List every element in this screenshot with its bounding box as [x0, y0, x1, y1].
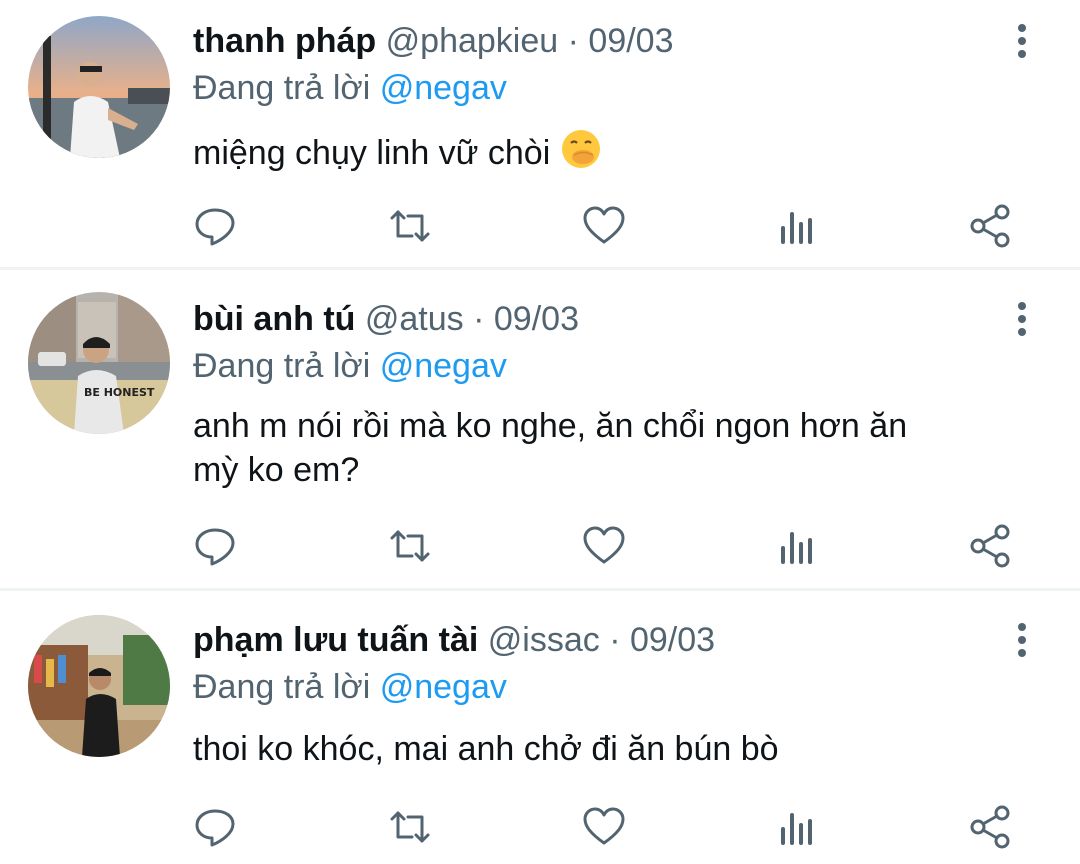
- display-name[interactable]: bùi anh tú: [193, 300, 355, 338]
- more-options-icon[interactable]: [1007, 24, 1037, 64]
- more-options-icon[interactable]: [1007, 623, 1037, 663]
- username-handle[interactable]: @atus: [365, 300, 464, 338]
- views-icon[interactable]: [773, 202, 821, 250]
- retweet-icon[interactable]: [386, 522, 434, 570]
- tweet-text-line: anh m nói rồi mà ko nghe, ăn chổi ngon h…: [193, 407, 908, 445]
- tweet-header: bùi anh tú @atus · 09/03: [193, 299, 579, 339]
- reply-context: Đang trả lời @negav: [193, 68, 507, 108]
- face-with-hand-over-mouth-emoji: [560, 128, 602, 181]
- views-icon[interactable]: [773, 522, 821, 570]
- like-icon[interactable]: [580, 522, 628, 570]
- tweet-text-content: thoi ko khóc, mai anh chở đi ăn bún bò: [193, 730, 779, 768]
- tweet-actions: [0, 522, 1080, 570]
- like-icon[interactable]: [580, 202, 628, 250]
- reply-mention-link[interactable]: @negav: [380, 69, 507, 107]
- avatar[interactable]: [28, 615, 170, 757]
- tweet-actions: [0, 803, 1080, 851]
- avatar[interactable]: BE HONEST: [28, 292, 170, 434]
- views-icon[interactable]: [773, 803, 821, 851]
- retweet-icon[interactable]: [386, 202, 434, 250]
- separator-dot: ·: [473, 300, 485, 338]
- retweet-icon[interactable]: [386, 803, 434, 851]
- tweet-text: miệng chụy linh vữ chòi: [193, 128, 1023, 181]
- timestamp[interactable]: 09/03: [588, 22, 673, 60]
- tweet-3[interactable]: phạm lưu tuấn tài @issac · 09/03 Đang tr…: [0, 591, 1080, 864]
- tweet-text: anh m nói rồi mà ko nghe, ăn chổi ngon h…: [193, 404, 1023, 492]
- reply-prefix: Đang trả lời: [193, 668, 371, 706]
- separator-dot: ·: [609, 621, 621, 659]
- share-icon[interactable]: [966, 522, 1014, 570]
- reply-icon[interactable]: [191, 803, 239, 851]
- reply-prefix: Đang trả lời: [193, 69, 371, 107]
- reply-icon[interactable]: [191, 522, 239, 570]
- username-handle[interactable]: @phapkieu: [386, 22, 559, 60]
- username-handle[interactable]: @issac: [488, 621, 600, 659]
- svg-text:BE HONEST: BE HONEST: [84, 386, 155, 399]
- share-icon[interactable]: [966, 202, 1014, 250]
- reply-icon[interactable]: [191, 202, 239, 250]
- tweet-header: thanh pháp @phapkieu · 09/03: [193, 21, 674, 61]
- reply-mention-link[interactable]: @negav: [380, 668, 507, 706]
- tweet-text-line: mỳ ko em?: [193, 451, 360, 489]
- reply-context: Đang trả lời @negav: [193, 346, 507, 386]
- tweet-1[interactable]: thanh pháp @phapkieu · 09/03 Đang trả lờ…: [0, 0, 1080, 268]
- separator-dot: ·: [567, 22, 579, 60]
- tweet-text-content: miệng chụy linh vữ chòi: [193, 134, 551, 172]
- display-name[interactable]: thanh pháp: [193, 22, 376, 60]
- timestamp[interactable]: 09/03: [630, 621, 715, 659]
- reply-prefix: Đang trả lời: [193, 347, 371, 385]
- tweet-actions: [0, 202, 1080, 250]
- tweet-2[interactable]: BE HONEST bùi anh tú @atus · 09/03 Đang …: [0, 270, 1080, 588]
- reply-mention-link[interactable]: @negav: [380, 347, 507, 385]
- share-icon[interactable]: [966, 803, 1014, 851]
- like-icon[interactable]: [580, 803, 628, 851]
- tweet-text: thoi ko khóc, mai anh chở đi ăn bún bò: [193, 727, 1023, 771]
- more-options-icon[interactable]: [1007, 302, 1037, 342]
- display-name[interactable]: phạm lưu tuấn tài: [193, 621, 478, 659]
- reply-context: Đang trả lời @negav: [193, 667, 507, 707]
- tweet-header: phạm lưu tuấn tài @issac · 09/03: [193, 620, 715, 660]
- timestamp[interactable]: 09/03: [494, 300, 579, 338]
- avatar[interactable]: [28, 16, 170, 158]
